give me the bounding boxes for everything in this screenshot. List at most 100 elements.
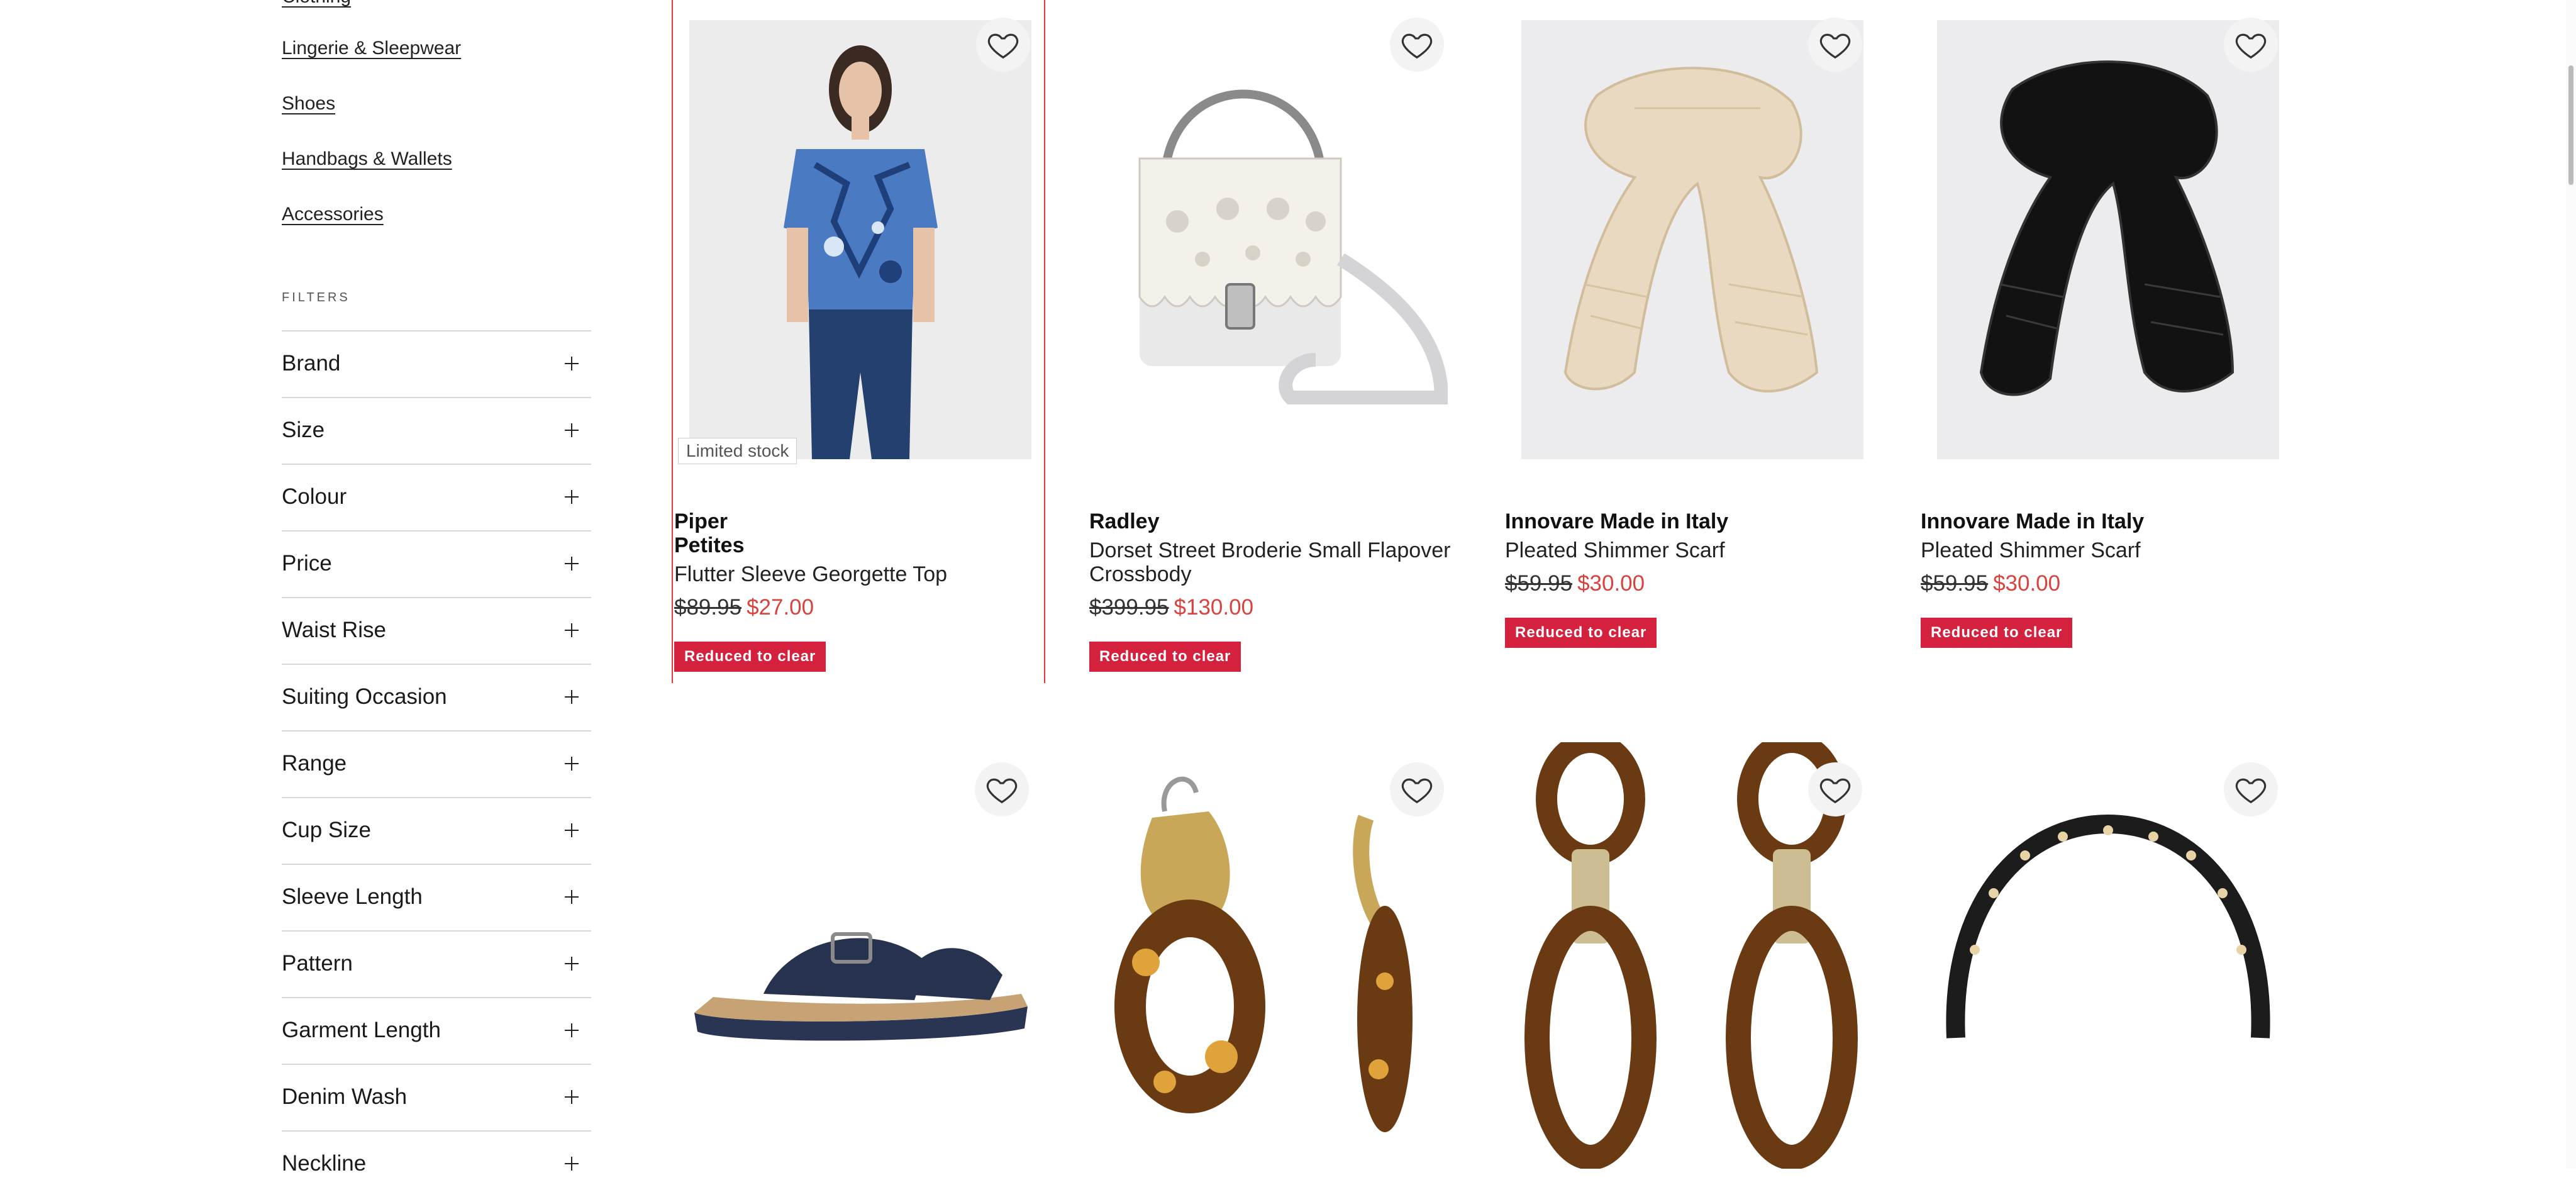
sale-price: $30.00 xyxy=(1993,571,2061,596)
filter-waist-rise[interactable]: Waist Rise xyxy=(282,597,591,662)
wishlist-button[interactable] xyxy=(1390,18,1444,72)
product-card[interactable] xyxy=(1089,742,1460,1169)
plus-icon xyxy=(565,823,579,837)
scrollbar-thumb[interactable] xyxy=(2568,65,2573,185)
heart-icon xyxy=(2235,33,2267,59)
reduced-to-clear-badge[interactable]: Reduced to clear xyxy=(1089,642,1241,672)
product-name[interactable]: Pleated Shimmer Scarf xyxy=(1505,538,1725,562)
category-link-clothing[interactable]: Clothing xyxy=(282,0,351,8)
filter-label: Cup Size xyxy=(282,818,372,842)
sale-price: $130.00 xyxy=(1174,595,1254,620)
plus-icon xyxy=(565,690,579,704)
product-image[interactable] xyxy=(689,20,1031,459)
plus-icon xyxy=(565,757,579,771)
product-card[interactable]: Radley Dorset Street Broderie Small Flap… xyxy=(1089,0,1460,683)
filter-label: Denim Wash xyxy=(282,1084,408,1109)
heart-icon xyxy=(1401,778,1433,804)
product-brand[interactable]: Radley xyxy=(1089,509,1160,533)
heart-icon xyxy=(1819,778,1851,804)
plus-icon xyxy=(565,957,579,971)
filter-label: Range xyxy=(282,751,347,776)
product-card[interactable]: Limited stock Piper Petites Flutter Slee… xyxy=(672,0,1045,683)
original-price: $59.95 xyxy=(1505,571,1573,596)
product-image[interactable] xyxy=(1521,742,1863,1169)
filter-suiting-occasion[interactable]: Suiting Occasion xyxy=(282,664,591,729)
filter-label: Pattern xyxy=(282,951,353,976)
filter-price[interactable]: Price xyxy=(282,530,591,596)
product-price: $89.95 $27.00 xyxy=(674,595,814,620)
plus-icon xyxy=(565,490,579,504)
product-brand-line2[interactable]: Petites xyxy=(674,533,745,557)
product-brand[interactable]: Piper xyxy=(674,509,728,533)
product-image[interactable] xyxy=(1937,742,2279,1169)
original-price: $89.95 xyxy=(674,595,742,620)
limited-stock-badge: Limited stock xyxy=(678,438,797,464)
plus-icon xyxy=(565,1023,579,1037)
product-image[interactable] xyxy=(1521,20,1863,459)
heart-icon xyxy=(1819,33,1851,59)
category-link-accessories[interactable]: Accessories xyxy=(282,204,384,225)
filter-label: Suiting Occasion xyxy=(282,684,447,709)
product-name-line2[interactable]: Crossbody xyxy=(1089,562,1192,586)
wishlist-button[interactable] xyxy=(2224,762,2278,816)
filter-label: Size xyxy=(282,418,325,442)
reduced-to-clear-badge[interactable]: Reduced to clear xyxy=(1505,618,1657,648)
product-brand[interactable]: Innovare Made in Italy xyxy=(1505,509,1728,533)
product-name[interactable]: Flutter Sleeve Georgette Top xyxy=(674,562,947,586)
product-image[interactable] xyxy=(1089,742,1448,1169)
filter-denim-wash[interactable]: Denim Wash xyxy=(282,1064,591,1129)
plus-icon xyxy=(565,423,579,437)
filter-brand[interactable]: Brand xyxy=(282,330,591,396)
filter-pattern[interactable]: Pattern xyxy=(282,930,591,996)
heart-icon xyxy=(986,778,1018,804)
filter-label: Colour xyxy=(282,484,347,509)
wishlist-button[interactable] xyxy=(1808,762,1862,816)
filter-label: Neckline xyxy=(282,1151,367,1176)
filter-label: Sleeve Length xyxy=(282,884,423,909)
plus-icon xyxy=(565,1090,579,1104)
product-card[interactable] xyxy=(1921,742,2292,1169)
product-image[interactable] xyxy=(1937,20,2279,459)
filters-heading: FILTERS xyxy=(282,291,350,304)
original-price: $59.95 xyxy=(1921,571,1989,596)
plus-icon xyxy=(565,623,579,637)
product-name[interactable]: Pleated Shimmer Scarf xyxy=(1921,538,2141,562)
category-link-shoes[interactable]: Shoes xyxy=(282,93,335,114)
wishlist-button[interactable] xyxy=(975,762,1029,816)
heart-icon xyxy=(1401,33,1433,59)
wishlist-button[interactable] xyxy=(976,18,1030,72)
filter-size[interactable]: Size xyxy=(282,397,591,462)
category-link-lingerie[interactable]: Lingerie & Sleepwear xyxy=(282,38,461,59)
filter-neckline[interactable]: Neckline xyxy=(282,1130,591,1196)
page-scrollbar[interactable] xyxy=(2566,0,2576,1169)
plus-icon xyxy=(565,890,579,904)
filter-cup-size[interactable]: Cup Size xyxy=(282,797,591,862)
filter-list: Brand Size Colour Price Waist Rise Suiti… xyxy=(282,330,591,1197)
sale-price: $27.00 xyxy=(747,595,814,620)
filter-colour[interactable]: Colour xyxy=(282,464,591,529)
product-card[interactable]: Innovare Made in Italy Pleated Shimmer S… xyxy=(1505,0,1876,654)
product-price: $59.95 $30.00 xyxy=(1921,571,2060,596)
wishlist-button[interactable] xyxy=(2224,18,2278,72)
filter-range[interactable]: Range xyxy=(282,730,591,796)
reduced-to-clear-badge[interactable]: Reduced to clear xyxy=(674,642,826,672)
reduced-to-clear-badge[interactable]: Reduced to clear xyxy=(1921,618,2073,648)
original-price: $399.95 xyxy=(1089,595,1169,620)
category-link-handbags[interactable]: Handbags & Wallets xyxy=(282,148,452,170)
product-image[interactable] xyxy=(688,742,1030,1169)
filter-label: Waist Rise xyxy=(282,618,386,642)
wishlist-button[interactable] xyxy=(1390,762,1444,816)
product-card[interactable]: Innovare Made in Italy Pleated Shimmer S… xyxy=(1921,0,2292,654)
product-brand[interactable]: Innovare Made in Italy xyxy=(1921,509,2144,533)
filter-sleeve-length[interactable]: Sleeve Length xyxy=(282,864,591,929)
product-image[interactable] xyxy=(1089,20,1448,459)
heart-icon xyxy=(987,33,1019,59)
plus-icon xyxy=(565,557,579,571)
product-card[interactable] xyxy=(1505,742,1876,1169)
sale-price: $30.00 xyxy=(1577,571,1645,596)
filter-label: Garment Length xyxy=(282,1018,441,1042)
product-card[interactable] xyxy=(672,742,1043,1169)
filter-garment-length[interactable]: Garment Length xyxy=(282,997,591,1062)
product-name[interactable]: Dorset Street Broderie Small Flapover xyxy=(1089,538,1450,562)
wishlist-button[interactable] xyxy=(1808,18,1862,72)
